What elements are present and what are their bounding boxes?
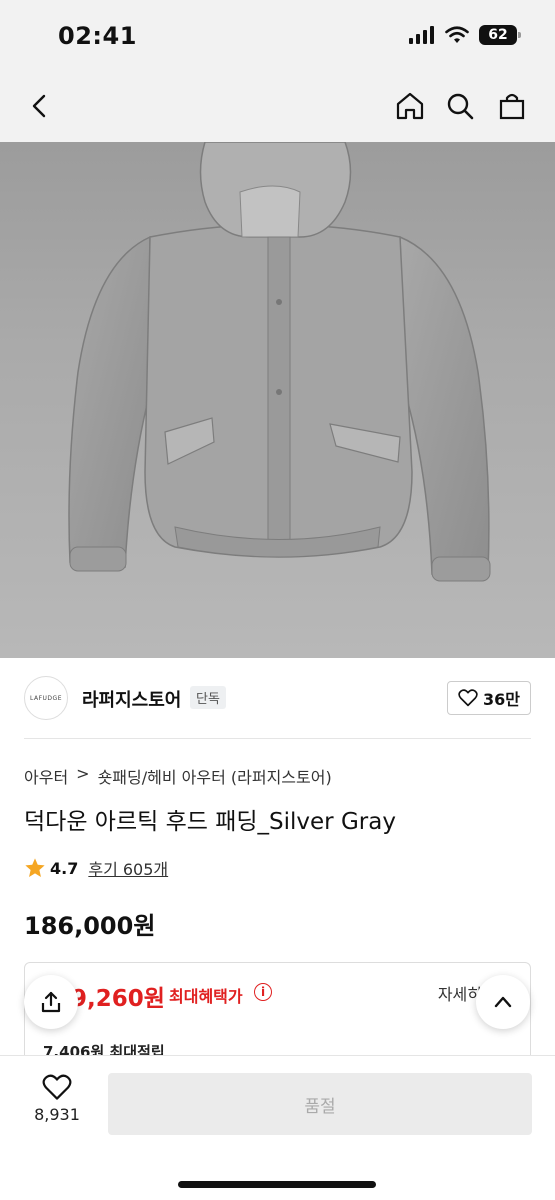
wishlist-button[interactable]: 8,931 [28, 1074, 86, 1124]
bottom-action-bar: 8,931 품절 [0, 1055, 555, 1200]
home-button[interactable] [388, 84, 432, 128]
rating-value: 4.7 [50, 858, 79, 878]
breadcrumb-subcategory[interactable]: 숏패딩/헤비 아우터 (라퍼지스토어) [98, 764, 332, 788]
scroll-top-button[interactable] [476, 975, 530, 1029]
search-button[interactable] [438, 84, 482, 128]
store-like-count: 36만 [483, 690, 520, 709]
breadcrumb: 아우터 > 숏패딩/헤비 아우터 (라퍼지스토어) [24, 764, 332, 788]
wifi-icon [445, 26, 469, 43]
heart-icon [42, 1074, 72, 1100]
search-icon [447, 93, 474, 120]
store-like-button[interactable]: 36만 [447, 681, 531, 715]
wishlist-count: 8,931 [34, 1105, 80, 1124]
store-name[interactable]: 라퍼지스토어 [82, 686, 181, 712]
exclusive-badge: 단독 [190, 686, 226, 709]
star-icon [25, 858, 45, 877]
chevron-left-icon [32, 94, 46, 118]
sold-out-button[interactable]: 품절 [108, 1073, 532, 1135]
signal-icon [409, 26, 434, 44]
max-benefit-price: 9,260원 [71, 986, 165, 1012]
product-title: 덕다운 아르틱 후드 패딩_Silver Gray [24, 809, 396, 835]
battery-icon: 62 [479, 25, 521, 45]
chevron-up-icon [494, 996, 512, 1008]
shopping-bag-icon [499, 93, 525, 120]
product-price: 186,000원 [24, 912, 156, 940]
top-nav [0, 70, 555, 142]
chevron-right-icon: > [76, 764, 90, 783]
status-bar: 02:41 62 [0, 0, 555, 70]
cart-button[interactable] [490, 84, 534, 128]
store-logo[interactable]: LAFUDGE [24, 676, 68, 720]
back-button[interactable] [18, 84, 62, 128]
status-icons: 62 [409, 25, 521, 45]
home-icon [396, 92, 424, 120]
store-row[interactable]: LAFUDGE 라퍼지스토어 단독 36만 [0, 658, 555, 738]
review-link[interactable]: 후기 605개 [88, 856, 168, 880]
info-icon[interactable]: i [254, 983, 272, 1001]
status-time: 02:41 [58, 22, 137, 50]
divider [24, 738, 531, 739]
max-benefit-label: 최대혜택가 [169, 987, 243, 1006]
home-indicator [178, 1181, 376, 1188]
share-button[interactable] [24, 975, 78, 1029]
rating-row: 4.7 후기 605개 [24, 856, 168, 880]
breadcrumb-category[interactable]: 아우터 [24, 764, 68, 788]
share-icon [41, 991, 61, 1013]
heart-icon [458, 689, 478, 707]
jacket-illustration [68, 142, 491, 582]
product-image[interactable] [0, 142, 555, 658]
